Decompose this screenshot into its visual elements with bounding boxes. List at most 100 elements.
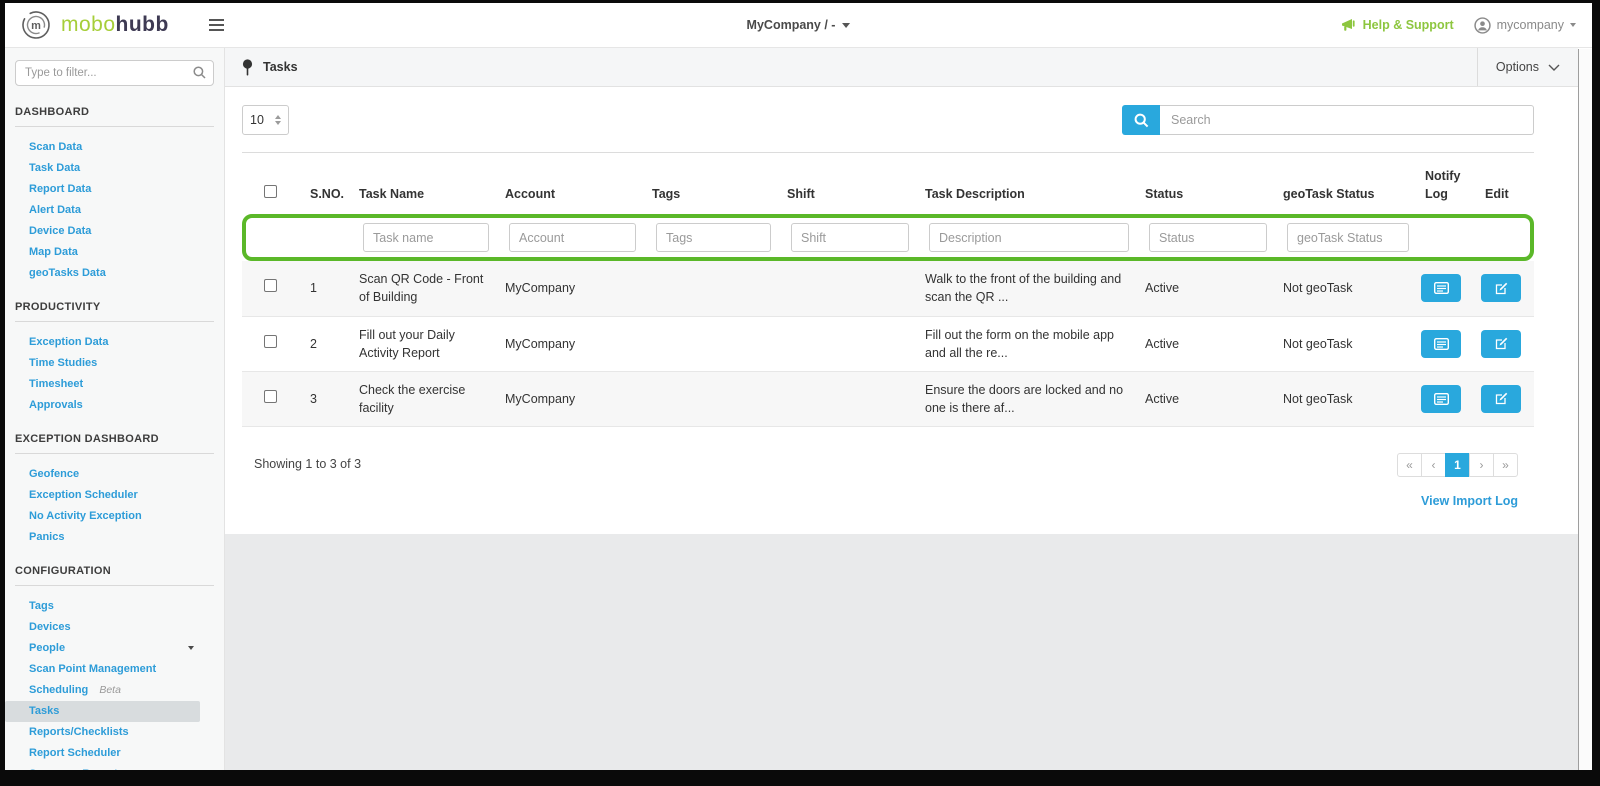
row-task-name: Check the exercise facility — [349, 381, 495, 417]
filter-geotask-status-input[interactable] — [1287, 223, 1409, 252]
row-sno: 3 — [300, 390, 349, 408]
user-icon — [1474, 17, 1491, 34]
col-header-account: Account — [495, 185, 642, 203]
filter-description-input[interactable] — [929, 223, 1129, 252]
sidebar-filter-input[interactable] — [15, 60, 214, 86]
table-search — [1122, 105, 1534, 135]
row-checkbox[interactable] — [264, 335, 277, 348]
row-task-name: Scan QR Code - Front of Building — [349, 270, 495, 306]
sidebar-item-label: People — [29, 642, 65, 654]
sidebar-item-scheduling[interactable]: Scheduling Beta — [5, 680, 224, 701]
col-header-status: Status — [1135, 185, 1273, 203]
pagination-first-button[interactable]: « — [1397, 453, 1422, 477]
row-geotask-status: Not geoTask — [1273, 279, 1415, 297]
sidebar-item-reports-checklists[interactable]: Reports/Checklists — [5, 722, 224, 743]
sidebar-item-panics[interactable]: Panics — [5, 527, 224, 548]
company-selector[interactable]: MyCompany / - — [747, 18, 851, 32]
chevron-down-icon — [842, 23, 850, 28]
sidebar-item-devices[interactable]: Devices — [5, 617, 224, 638]
notify-log-button[interactable] — [1421, 330, 1461, 358]
page-size-select[interactable]: 10 — [242, 105, 289, 135]
list-icon — [1434, 282, 1449, 294]
col-header-notify-log: Notify Log — [1415, 167, 1475, 203]
filter-account-input[interactable] — [509, 223, 636, 252]
help-support-label: Help & Support — [1363, 18, 1454, 32]
sidebar-item-geotasks-data[interactable]: geoTasks Data — [5, 263, 224, 284]
notify-log-button[interactable] — [1421, 385, 1461, 413]
col-header-geotask-status: geoTask Status — [1273, 185, 1415, 203]
sidebar-item-approvals[interactable]: Approvals — [5, 395, 224, 416]
row-checkbox[interactable] — [264, 279, 277, 292]
sidebar-item-scan-point-management[interactable]: Scan Point Management — [5, 659, 224, 680]
help-support-link[interactable]: Help & Support — [1341, 18, 1454, 32]
sidebar-item-alert-data[interactable]: Alert Data — [5, 200, 224, 221]
col-header-task-name: Task Name — [349, 185, 495, 203]
beta-badge: Beta — [99, 684, 121, 696]
section-title: PRODUCTIVITY — [5, 301, 224, 313]
logo-text-hubb: hubb — [116, 13, 169, 36]
filter-task-name-input[interactable] — [363, 223, 489, 252]
edit-icon — [1495, 337, 1508, 350]
svg-text:m: m — [31, 20, 41, 32]
select-all-checkbox[interactable] — [264, 185, 277, 198]
edit-button[interactable] — [1481, 385, 1521, 413]
edit-button[interactable] — [1481, 274, 1521, 302]
search-input[interactable] — [1160, 105, 1534, 135]
sidebar-item-no-activity-exception[interactable]: No Activity Exception — [5, 506, 224, 527]
pagination-next-button[interactable]: › — [1469, 453, 1494, 477]
view-import-log-link[interactable]: View Import Log — [1421, 494, 1518, 508]
divider — [15, 585, 214, 586]
row-checkbox[interactable] — [264, 390, 277, 403]
options-button[interactable]: Options — [1477, 48, 1578, 86]
sidebar-item-scan-data[interactable]: Scan Data — [5, 137, 224, 158]
edit-button[interactable] — [1481, 330, 1521, 358]
sidebar-item-report-data[interactable]: Report Data — [5, 179, 224, 200]
megaphone-icon — [1341, 18, 1357, 32]
search-button[interactable] — [1122, 105, 1160, 135]
filter-shift-input[interactable] — [791, 223, 909, 252]
options-label: Options — [1496, 60, 1539, 74]
showing-entries-text: Showing 1 to 3 of 3 — [254, 453, 361, 471]
table-row: 1 Scan QR Code - Front of Building MyCom… — [242, 261, 1534, 316]
edit-icon — [1495, 392, 1508, 405]
sidebar-item-tags[interactable]: Tags — [5, 596, 224, 617]
row-description: Walk to the front of the building and sc… — [915, 270, 1135, 306]
hamburger-menu-icon[interactable] — [205, 15, 228, 35]
sidebar-item-task-data[interactable]: Task Data — [5, 158, 224, 179]
col-header-edit: Edit — [1475, 185, 1534, 203]
sidebar-item-map-data[interactable]: Map Data — [5, 242, 224, 263]
sidebar-item-exception-data[interactable]: Exception Data — [5, 332, 224, 353]
sidebar-item-time-studies[interactable]: Time Studies — [5, 353, 224, 374]
page-background — [225, 534, 1578, 770]
pagination-prev-button[interactable]: ‹ — [1421, 453, 1446, 477]
sidebar-item-report-scheduler[interactable]: Report Scheduler — [5, 743, 224, 764]
row-sno: 1 — [300, 279, 349, 297]
filter-status-input[interactable] — [1149, 223, 1267, 252]
sidebar-item-geofence[interactable]: Geofence — [5, 464, 224, 485]
sidebar-item-timesheet[interactable]: Timesheet — [5, 374, 224, 395]
pagination-page-1-button[interactable]: 1 — [1445, 453, 1470, 477]
vertical-scrollbar[interactable] — [1578, 49, 1592, 770]
sidebar-item-summary-report[interactable]: Summary Report — [5, 764, 224, 770]
sidebar-item-people[interactable]: People — [5, 638, 224, 659]
list-icon — [1434, 393, 1449, 405]
section-title: DASHBOARD — [5, 106, 224, 118]
page-title: Tasks — [263, 60, 298, 74]
filter-tags-input[interactable] — [656, 223, 771, 252]
sidebar-section-productivity: PRODUCTIVITY Exception Data Time Studies… — [5, 301, 224, 416]
user-menu[interactable]: mycompany — [1474, 17, 1576, 34]
sidebar-item-exception-scheduler[interactable]: Exception Scheduler — [5, 485, 224, 506]
mobohubb-logo-icon: m — [21, 10, 51, 40]
sidebar-item-device-data[interactable]: Device Data — [5, 221, 224, 242]
user-menu-label: mycompany — [1497, 18, 1564, 32]
sidebar-item-label: Scheduling — [29, 684, 88, 696]
logo: m mobohubb — [21, 10, 228, 40]
sidebar: DASHBOARD Scan Data Task Data Report Dat… — [5, 48, 225, 770]
pagination-last-button[interactable]: » — [1493, 453, 1518, 477]
notify-log-button[interactable] — [1421, 274, 1461, 302]
sidebar-item-tasks[interactable]: Tasks — [5, 701, 200, 722]
row-account: MyCompany — [495, 279, 642, 297]
row-geotask-status: Not geoTask — [1273, 390, 1415, 408]
header-right: Help & Support mycompany — [1341, 17, 1576, 34]
sidebar-section-configuration: CONFIGURATION Tags Devices People Scan P… — [5, 565, 224, 770]
